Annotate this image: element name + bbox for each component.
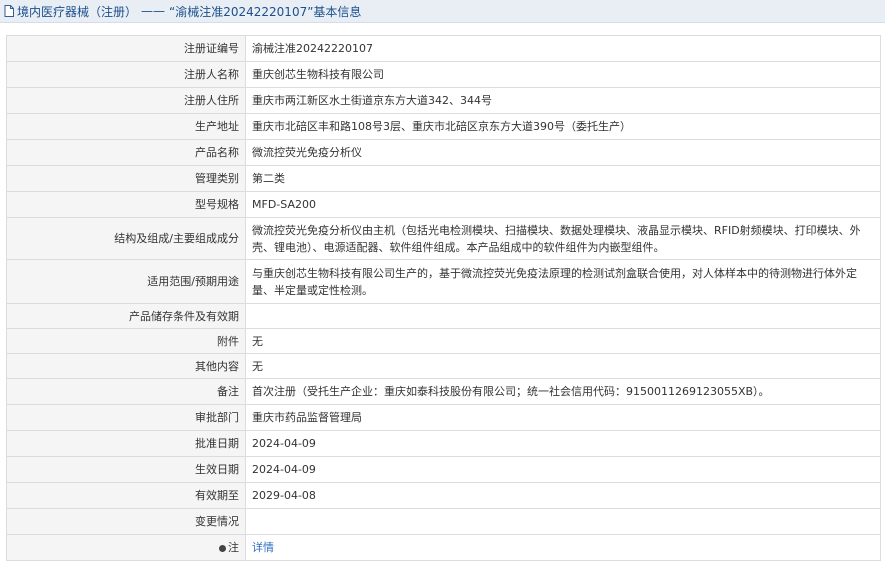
row-value: 2024-04-09: [245, 456, 881, 483]
row-label: 注册人住所: [6, 87, 246, 114]
row-value: MFD-SA200: [245, 191, 881, 218]
table-row: 产品储存条件及有效期: [6, 303, 881, 329]
row-label: 注册证编号: [6, 35, 246, 62]
row-label: 结构及组成/主要组成成分: [6, 217, 246, 260]
document-icon: [4, 5, 14, 17]
row-value: 微流控荧光免疫分析仪: [245, 139, 881, 166]
table-row: 生效日期 2024-04-09: [6, 456, 881, 483]
table-row: 备注 首次注册（受托生产企业：重庆如泰科技股份有限公司；统一社会信用代码：915…: [6, 378, 881, 405]
row-label: 批准日期: [6, 430, 246, 457]
row-value: 微流控荧光免疫分析仪由主机（包括光电检测模块、扫描模块、数据处理模块、液晶显示模…: [245, 217, 881, 260]
note-label-cell: 注: [6, 534, 246, 561]
row-value: 2029-04-08: [245, 482, 881, 509]
row-value: 无: [245, 353, 881, 379]
table-row: 产品名称 微流控荧光免疫分析仪: [6, 139, 881, 166]
row-value: 重庆市北碚区丰和路108号3层、重庆市北碚区京东方大道390号（委托生产）: [245, 113, 881, 140]
table-row: 注册证编号 渝械注准20242220107: [6, 35, 881, 62]
row-value: 与重庆创芯生物科技有限公司生产的，基于微流控荧光免疫法原理的检测试剂盒联合使用，…: [245, 259, 881, 304]
row-value: 首次注册（受托生产企业：重庆如泰科技股份有限公司；统一社会信用代码：915001…: [245, 378, 881, 405]
table-row: 型号规格 MFD-SA200: [6, 191, 881, 218]
row-label: 型号规格: [6, 191, 246, 218]
row-value: 重庆市药品监督管理局: [245, 404, 881, 431]
table-row: 注 详情: [6, 534, 881, 561]
row-value: 无: [245, 328, 881, 354]
table-row: 生产地址 重庆市北碚区丰和路108号3层、重庆市北碚区京东方大道390号（委托生…: [6, 113, 881, 140]
row-value: [245, 508, 881, 535]
breadcrumb-header: 境内医疗器械（注册） —— “渝械注准20242220107”基本信息: [0, 0, 885, 23]
table-row: 审批部门 重庆市药品监督管理局: [6, 404, 881, 431]
header-category: 境内医疗器械（注册）: [17, 4, 138, 19]
row-value: 渝械注准20242220107: [245, 35, 881, 62]
header-record-title: “渝械注准20242220107”基本信息: [169, 4, 362, 19]
row-label: 变更情况: [6, 508, 246, 535]
row-label: 生效日期: [6, 456, 246, 483]
details-link[interactable]: 详情: [252, 541, 274, 554]
table-row: 结构及组成/主要组成成分 微流控荧光免疫分析仪由主机（包括光电检测模块、扫描模块…: [6, 217, 881, 260]
row-label: 生产地址: [6, 113, 246, 140]
row-label: 管理类别: [6, 165, 246, 192]
row-label: 注: [228, 541, 239, 554]
basic-info-table: 注册证编号 渝械注准20242220107 注册人名称 重庆创芯生物科技有限公司…: [6, 35, 881, 561]
row-label: 附件: [6, 328, 246, 354]
table-row: 注册人住所 重庆市两江新区水土街道京东方大道342、344号: [6, 87, 881, 114]
row-label: 产品名称: [6, 139, 246, 166]
table-row: 管理类别 第二类: [6, 165, 881, 192]
row-label: 其他内容: [6, 353, 246, 379]
row-label: 备注: [6, 378, 246, 405]
row-label: 注册人名称: [6, 61, 246, 88]
table-row: 适用范围/预期用途 与重庆创芯生物科技有限公司生产的，基于微流控荧光免疫法原理的…: [6, 259, 881, 304]
row-value: 重庆创芯生物科技有限公司: [245, 61, 881, 88]
row-value: 第二类: [245, 165, 881, 192]
note-value-cell: 详情: [245, 534, 881, 561]
header-separator: ——: [141, 4, 166, 18]
row-label: 审批部门: [6, 404, 246, 431]
row-label: 有效期至: [6, 482, 246, 509]
table-row: 其他内容 无: [6, 353, 881, 379]
row-value: 重庆市两江新区水土街道京东方大道342、344号: [245, 87, 881, 114]
pin-icon: [219, 544, 226, 552]
table-row: 有效期至 2029-04-08: [6, 482, 881, 509]
table-row: 注册人名称 重庆创芯生物科技有限公司: [6, 61, 881, 88]
table-row: 批准日期 2024-04-09: [6, 430, 881, 457]
table-row: 变更情况: [6, 508, 881, 535]
row-label: 适用范围/预期用途: [6, 259, 246, 304]
row-value: 2024-04-09: [245, 430, 881, 457]
table-row: 附件 无: [6, 328, 881, 354]
row-label: 产品储存条件及有效期: [6, 303, 246, 329]
row-value: [245, 303, 881, 329]
